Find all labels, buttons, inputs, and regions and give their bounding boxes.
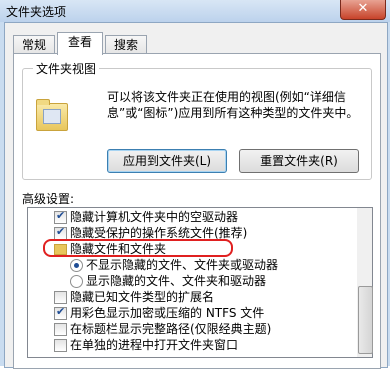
tab-view[interactable]: 查看 <box>57 32 103 55</box>
checkbox[interactable] <box>54 209 67 224</box>
list-item[interactable]: 隐藏计算机文件夹中的空驱动器 <box>28 209 358 224</box>
window-title: 文件夹选项 <box>6 5 67 19</box>
apply-to-folders-button[interactable]: 应用到文件夹(L) <box>107 149 227 173</box>
radio-button[interactable] <box>70 275 83 288</box>
close-button[interactable]: ✕ <box>340 0 386 20</box>
checkbox[interactable] <box>54 339 67 352</box>
view-tab-panel: 文件夹视图 可以将该文件夹正在使用的视图(例如“详细信息”或“图标”)应用到所有… <box>13 53 381 369</box>
list-item[interactable]: 显示隐藏的文件、文件夹和驱动器 <box>28 274 358 288</box>
list-item[interactable]: 用彩色显示加密或压缩的 NTFS 文件 <box>28 305 358 320</box>
tab-general[interactable]: 常规 <box>13 35 55 54</box>
list-item[interactable]: 隐藏受保护的操作系统文件(推荐) <box>28 225 358 240</box>
title-bar: 文件夹选项 ✕ <box>0 0 390 22</box>
radio-button[interactable] <box>70 259 83 272</box>
folder-icon <box>36 99 68 131</box>
highlight-outline <box>43 239 233 257</box>
folder-options-window: 文件夹选项 ✕ 常规 查看 搜索 文件夹视图 可以将该文件夹正在使用的视图(例如… <box>0 0 390 369</box>
scrollbar-thumb[interactable] <box>358 286 373 354</box>
list-item[interactable]: 隐藏已知文件类型的扩展名 <box>28 290 358 304</box>
list-item[interactable]: 在单独的进程中打开文件夹窗口 <box>28 338 358 352</box>
list-item[interactable]: 不显示隐藏的文件、文件夹或驱动器 <box>28 258 358 272</box>
reset-folders-button[interactable]: 重置文件夹(R) <box>239 149 359 173</box>
list-item[interactable]: 在标题栏显示完整路径(仅限经典主题) <box>28 322 358 336</box>
tab-search[interactable]: 搜索 <box>105 35 147 54</box>
checkbox[interactable] <box>54 305 67 320</box>
checkbox[interactable] <box>54 323 67 336</box>
dialog-body: 常规 查看 搜索 文件夹视图 可以将该文件夹正在使用的视图(例如“详细信息”或“… <box>4 22 388 369</box>
folder-views-label: 文件夹视图 <box>33 60 100 77</box>
advanced-settings-list[interactable]: 隐藏计算机文件夹中的空驱动器 隐藏受保护的操作系统文件(推荐) 隐藏文件和文件夹… <box>27 207 359 358</box>
checkbox[interactable] <box>54 291 67 304</box>
folder-views-group: 文件夹视图 可以将该文件夹正在使用的视图(例如“详细信息”或“图标”)应用到所有… <box>22 60 372 180</box>
folder-views-description: 可以将该文件夹正在使用的视图(例如“详细信息”或“图标”)应用到所有这种类型的文… <box>107 90 359 120</box>
advanced-settings-label: 高级设置: <box>22 192 75 206</box>
vertical-scrollbar[interactable] <box>357 207 373 358</box>
